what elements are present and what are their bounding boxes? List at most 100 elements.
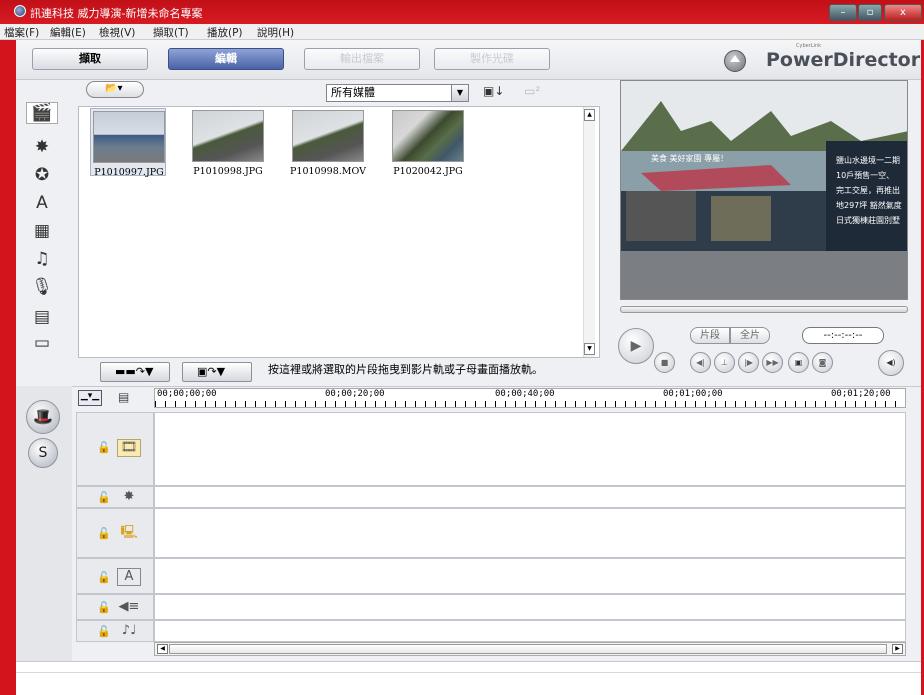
scroll-down-icon[interactable]: ▼ <box>584 343 595 355</box>
menu-view[interactable]: 檢視(V) <box>99 25 135 40</box>
thumbnail-image <box>192 110 264 162</box>
lock-icon[interactable]: 🔓 <box>97 527 111 540</box>
timeline-sidebar: 🎩 S <box>16 386 72 662</box>
brand-logo: CyberLink PowerDirector <box>766 43 921 71</box>
billboard-line: 10戶預售一空、 <box>836 170 894 180</box>
music-track[interactable] <box>154 620 906 642</box>
media-filter-select[interactable]: 所有媒體 ▼ <box>326 84 469 102</box>
insert-pip-icon: ▣↷▼ <box>197 365 226 378</box>
pip-track-header: 🔓 🖳 <box>76 508 154 558</box>
scroll-thumb[interactable] <box>169 644 887 654</box>
tab-edit[interactable]: 編輯 <box>168 48 284 70</box>
timeline-scrollbar[interactable]: ◀ ▶ <box>154 642 906 656</box>
item-name: P1010998.MOV <box>290 166 366 177</box>
voice-track-icon: ◀≡ <box>118 599 140 614</box>
stop-icon[interactable]: ■ <box>654 352 675 373</box>
insert-video-icon: ▬▬↷▼ <box>115 365 154 378</box>
lock-icon[interactable]: 🔓 <box>97 571 111 584</box>
preview-image: 鹽山水邊境一二期 10戶預售一空、 完工交屋，再推出 地297坪 豁然氣度 日式… <box>621 81 907 299</box>
import-folder-button[interactable]: 📂▾ <box>86 81 144 98</box>
playback-slider[interactable] <box>620 306 908 313</box>
magic-tools-icon[interactable]: 🎩 <box>26 400 60 434</box>
billboard-line: 完工交屋，再推出 <box>836 185 900 195</box>
title-track-icon: A <box>117 568 141 586</box>
item-name: P1020042.JPG <box>393 166 463 177</box>
title-bar: 訊連科技 威力導演-新增未命名專案 – ▫ x <box>0 0 924 24</box>
lock-icon[interactable]: 🔓 <box>97 601 111 614</box>
brand-name: PowerDirector <box>766 49 921 71</box>
library-item[interactable]: P1020042.JPG <box>390 108 466 177</box>
library-view-icon[interactable]: ▭² <box>524 84 540 98</box>
divider <box>16 672 921 673</box>
next-frame-icon[interactable]: |▶ <box>738 352 759 373</box>
ruler-tick: 00;01;00;00 <box>663 389 723 399</box>
transition-room-icon[interactable]: ▦ <box>27 220 57 242</box>
voice-over-icon[interactable]: 🎙 <box>27 276 57 298</box>
thumbnail-image <box>392 110 464 162</box>
window-title: 訊連科技 威力導演-新增未命名專案 <box>30 7 203 20</box>
library-item[interactable]: P1010998.JPG <box>190 108 266 177</box>
timeline-ruler[interactable]: 00;00;00;00 00;00;20;00 00;00;40;00 00;0… <box>154 388 906 408</box>
item-name: P1010997.JPG <box>94 167 164 178</box>
title-room-icon[interactable]: A <box>27 192 57 214</box>
snapshot-icon[interactable]: ◙ <box>812 352 833 373</box>
lock-icon[interactable]: 🔓 <box>97 441 111 454</box>
music-track-header: 🔓 ♪♩ <box>76 620 154 642</box>
close-button[interactable]: x <box>884 4 922 21</box>
media-room-icon[interactable]: 🎬 <box>26 102 58 124</box>
play-icon[interactable]: ▶ <box>618 328 654 364</box>
tab-capture[interactable]: 擷取 <box>32 48 148 70</box>
tab-create-disc[interactable]: 製作光碟 <box>434 48 550 70</box>
chevron-down-icon: ▼ <box>451 85 468 101</box>
fast-forward-icon[interactable]: ▶▶ <box>762 352 783 373</box>
timecode-display[interactable]: --:--:--:-- <box>802 327 884 344</box>
scroll-left-icon[interactable]: ◀ <box>157 644 168 654</box>
media-filter-value: 所有媒體 <box>331 86 375 99</box>
menu-edit[interactable]: 編輯(E) <box>50 25 86 40</box>
menu-help[interactable]: 說明(H) <box>257 25 294 40</box>
effect-room-icon[interactable]: ✸ <box>27 136 57 158</box>
menu-play[interactable]: 播放(P) <box>207 25 243 40</box>
library-scrollbar[interactable]: ▲ ▼ <box>583 107 595 357</box>
library-item[interactable]: P1010998.MOV <box>290 108 366 177</box>
minimize-button[interactable]: – <box>829 4 857 21</box>
ruler-tick: 00;00;20;00 <box>325 389 385 399</box>
title-track[interactable] <box>154 558 906 594</box>
insert-to-video-track-button[interactable]: ▬▬↷▼ <box>100 362 170 382</box>
timeline-view-icon[interactable]: ▁▾▁ <box>78 390 102 406</box>
lock-icon[interactable]: 🔓 <box>97 625 111 638</box>
mode-tab-bar: 擷取 編輯 輸出檔案 製作光碟 CyberLink PowerDirector <box>16 40 921 80</box>
display-icon[interactable]: ▣ <box>788 352 809 373</box>
mark-icon[interactable]: ⊥ <box>714 352 735 373</box>
effect-track[interactable] <box>154 486 906 508</box>
video-track[interactable] <box>154 412 906 486</box>
scroll-right-icon[interactable]: ▶ <box>892 644 903 654</box>
subtitle-room-icon[interactable]: ▭ <box>27 332 57 354</box>
clip-mode-button[interactable]: 片段 <box>690 327 730 344</box>
scroll-up-icon[interactable]: ▲ <box>584 109 595 121</box>
music-track-icon: ♪♩ <box>121 623 137 638</box>
sort-icon[interactable]: ▣↓ <box>483 84 504 98</box>
menu-file[interactable]: 檔案(F) <box>4 25 39 40</box>
pip-track-icon: 🖳 <box>120 525 138 540</box>
upgrade-icon[interactable] <box>724 50 746 72</box>
chapter-room-icon[interactable]: ▤ <box>27 306 57 328</box>
previous-frame-icon[interactable]: ◀| <box>690 352 711 373</box>
voice-track[interactable] <box>154 594 906 620</box>
insert-to-pip-track-button[interactable]: ▣↷▼ <box>182 362 252 382</box>
tab-produce[interactable]: 輸出檔案 <box>304 48 420 70</box>
preview-window: 鹽山水邊境一二期 10戶預售一空、 完工交屋，再推出 地297坪 豁然氣度 日式… <box>620 80 908 300</box>
maximize-button[interactable]: ▫ <box>858 4 882 21</box>
pip-room-icon[interactable]: ✪ <box>27 164 57 186</box>
menu-capture[interactable]: 擷取(T) <box>153 25 189 40</box>
lock-icon[interactable]: 🔓 <box>97 491 111 504</box>
movie-mode-button[interactable]: 全片 <box>730 327 770 344</box>
pip-track[interactable] <box>154 508 906 558</box>
main-panel: 擷取 編輯 輸出檔案 製作光碟 CyberLink PowerDirector 🎬… <box>16 40 921 695</box>
volume-icon[interactable]: ◀) <box>878 350 904 376</box>
audio-mixing-icon[interactable]: ♫ <box>27 248 57 270</box>
library-item[interactable]: P1010997.JPG <box>90 108 166 178</box>
magic-style-icon[interactable]: S <box>28 438 58 468</box>
item-name: P1010998.JPG <box>193 166 263 177</box>
storyboard-view-icon[interactable]: ▤ <box>118 390 138 406</box>
